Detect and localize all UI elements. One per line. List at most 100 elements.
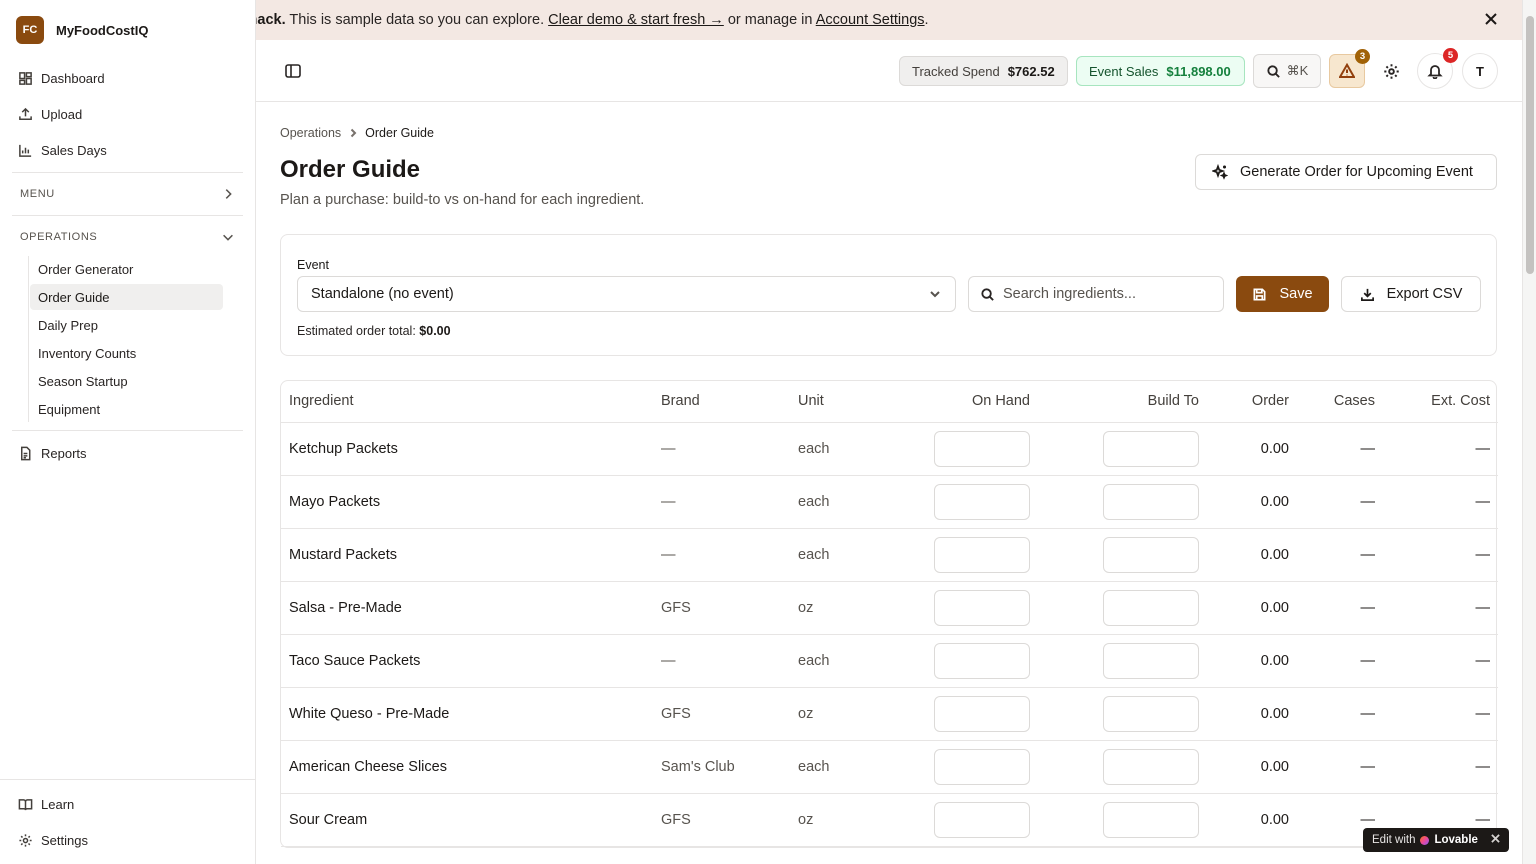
sidebar-item-label: Settings [41, 832, 88, 848]
col-order[interactable]: Order [1207, 381, 1297, 423]
generate-order-button[interactable]: Generate Order for Upcoming Event [1195, 154, 1497, 190]
lovable-close-button[interactable] [1491, 834, 1500, 846]
sidebar-item-label: Reports [41, 445, 87, 461]
brand-cell: — [653, 634, 790, 688]
build-to-input[interactable] [1103, 430, 1199, 467]
col-brand[interactable]: Brand [653, 381, 790, 423]
on-hand-input[interactable] [934, 801, 1030, 838]
col-ingredient[interactable]: Ingredient [281, 381, 653, 423]
order-qty: 0.00 [1207, 793, 1297, 847]
sidebar: FC MyFoodCostIQ Dashboard Upload Sales D… [0, 0, 256, 864]
banner-lead: d Shack. [256, 12, 286, 28]
notifications-button[interactable]: 5 [1417, 48, 1458, 89]
build-to-input[interactable] [1103, 695, 1199, 732]
page-scrollbar[interactable] [1522, 0, 1536, 864]
sidebar-item-upload[interactable]: Upload [0, 96, 255, 132]
export-label: Export CSV [1386, 286, 1463, 302]
banner-middle: or manage in [723, 12, 816, 28]
build-to-input[interactable] [1103, 748, 1199, 785]
col-build-to[interactable]: Build To [1038, 381, 1207, 423]
build-to-cell [1038, 528, 1207, 582]
search-shortcut: ⌘K [1286, 63, 1309, 78]
build-to-input[interactable] [1103, 801, 1199, 838]
table-row: Salsa - Pre-Made GFS oz 0.00— — [281, 581, 1498, 635]
event-select[interactable]: Standalone (no event) [297, 276, 956, 312]
sidebar-toggle-icon [285, 64, 301, 78]
divider [12, 215, 243, 216]
col-unit[interactable]: Unit [790, 381, 900, 423]
tracked-spend-pill[interactable]: Tracked Spend $762.52 [899, 56, 1068, 86]
brand[interactable]: FC MyFoodCostIQ [0, 0, 255, 60]
col-cases[interactable]: Cases [1297, 381, 1383, 423]
col-ext-cost[interactable]: Ext. Cost [1383, 381, 1498, 423]
breadcrumb-operations[interactable]: Operations [280, 126, 341, 140]
sidebar-item-label: Upload [41, 106, 83, 122]
sidebar-item-reports[interactable]: Reports [0, 435, 255, 471]
save-icon [1253, 288, 1266, 300]
table-row: Sour Cream GFS oz 0.00— — [281, 793, 1498, 847]
cases-cell: — [1297, 528, 1383, 582]
user-avatar-button[interactable]: T [1462, 53, 1498, 89]
ext-cost-cell: — [1383, 475, 1498, 529]
menu-group-toggle[interactable]: MENU [0, 177, 255, 211]
alerts-button[interactable]: 3 [1329, 49, 1370, 88]
scrollbar-thumb[interactable] [1526, 16, 1534, 274]
brand-cell: GFS [653, 687, 790, 741]
build-to-input[interactable] [1103, 536, 1199, 573]
search-icon [981, 287, 994, 301]
order-qty: 0.00 [1207, 687, 1297, 741]
table-row: American Cheese Slices Sam's Club each 0.00… [281, 740, 1498, 794]
sidebar-item-settings[interactable]: Settings [0, 822, 255, 858]
ingredient-name: Taco Sauce Packets [281, 634, 653, 688]
on-hand-input[interactable] [934, 695, 1030, 732]
sidebar-item-season-startup[interactable]: Season Startup [30, 368, 223, 394]
sidebar-item-order-guide[interactable]: Order Guide [30, 284, 223, 310]
sidebar-item-dashboard[interactable]: Dashboard [0, 60, 255, 96]
search-input[interactable] [1003, 286, 1203, 302]
breadcrumb: Operations Order Guide [280, 126, 434, 140]
ext-cost-cell: — [1383, 528, 1498, 582]
on-hand-input[interactable] [934, 642, 1030, 679]
account-settings-link[interactable]: Account Settings [816, 12, 925, 28]
table-row: Mustard Packets — each 0.00— — [281, 528, 1498, 582]
sidebar-footer: Learn Settings [0, 779, 255, 864]
operations-group-toggle[interactable]: OPERATIONS [0, 220, 255, 254]
order-qty: 0.00 [1207, 422, 1297, 476]
ingredient-search[interactable] [968, 276, 1224, 312]
on-hand-input[interactable] [934, 430, 1030, 467]
sidebar-item-order-generator[interactable]: Order Generator [30, 256, 223, 282]
event-sales-pill[interactable]: Event Sales $11,898.00 [1076, 56, 1245, 86]
report-icon [21, 446, 31, 460]
sidebar-item-sales-days[interactable]: Sales Days [0, 132, 255, 168]
sidebar-item-learn[interactable]: Learn [0, 786, 255, 822]
banner-text: d Shack. This is sample data so you can … [256, 12, 929, 28]
brand-name: MyFoodCostIQ [56, 22, 149, 38]
build-to-cell [1038, 793, 1207, 847]
brand-cell: GFS [653, 581, 790, 635]
ingredient-name: White Queso - Pre-Made [281, 687, 653, 741]
on-hand-input[interactable] [934, 483, 1030, 520]
banner-end: . [924, 12, 929, 28]
command-search-button[interactable]: ⌘K [1253, 54, 1321, 88]
sidebar-toggle-button[interactable] [284, 62, 302, 80]
sidebar-item-daily-prep[interactable]: Daily Prep [30, 312, 223, 338]
close-icon [1491, 834, 1500, 843]
lovable-badge[interactable]: Edit with Lovable [1363, 828, 1509, 852]
on-hand-input[interactable] [934, 536, 1030, 573]
banner-close-button[interactable] [1484, 12, 1500, 28]
cases-cell: — [1297, 422, 1383, 476]
col-on-hand[interactable]: On Hand [900, 381, 1038, 423]
sidebar-item-equipment[interactable]: Equipment [30, 396, 223, 422]
event-label: Event [297, 258, 329, 272]
on-hand-input[interactable] [934, 748, 1030, 785]
build-to-input[interactable] [1103, 483, 1199, 520]
clear-demo-link[interactable]: Clear demo & start fresh → [548, 12, 724, 28]
save-button[interactable]: Save [1236, 276, 1329, 312]
build-to-input[interactable] [1103, 589, 1199, 626]
settings-button[interactable] [1378, 54, 1404, 88]
build-to-input[interactable] [1103, 642, 1199, 679]
on-hand-input[interactable] [934, 589, 1030, 626]
sidebar-item-inventory-counts[interactable]: Inventory Counts [30, 340, 223, 366]
ext-cost-cell: — [1383, 422, 1498, 476]
export-csv-button[interactable]: Export CSV [1341, 276, 1481, 312]
